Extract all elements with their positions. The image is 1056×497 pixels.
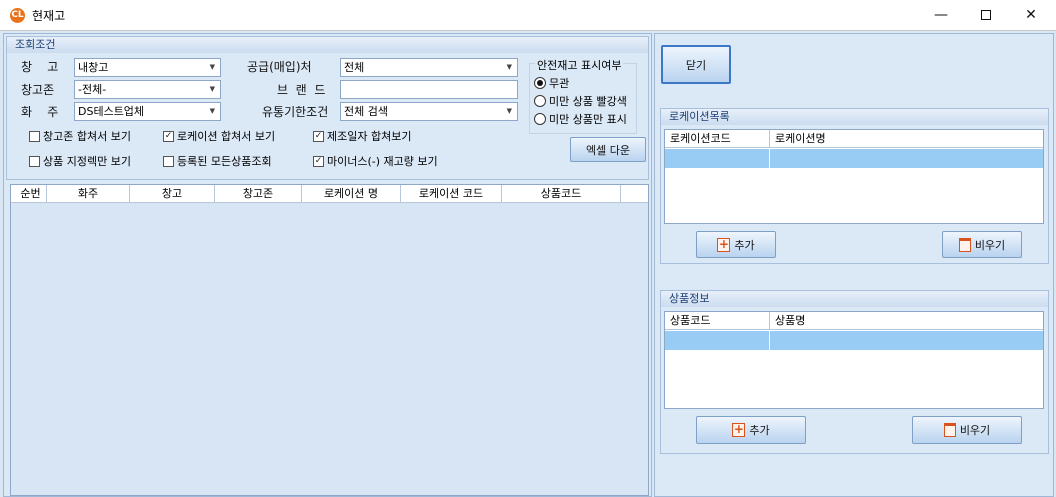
stock-grid-header: 순번 화주 창고 창고존 로케이션 명 로케이션 코드 상품코드	[11, 185, 648, 203]
zone-label: 창고존	[21, 83, 55, 97]
product-add-button[interactable]: 추가	[696, 416, 806, 444]
col-warehouse[interactable]: 창고	[130, 185, 215, 203]
radio-selected-icon	[534, 77, 546, 89]
location-list-group: 로케이션목록 로케이션코드 로케이션명 추가 비우기	[660, 108, 1049, 264]
col-location-code[interactable]: 로케이션코드	[665, 130, 770, 148]
product-info-group: 상품정보 상품코드 상품명 추가 비우기	[660, 290, 1049, 454]
product-list[interactable]: 상품코드 상품명	[664, 311, 1044, 409]
owner-label: 화 주	[21, 105, 59, 119]
close-button[interactable]: 닫기	[661, 45, 731, 84]
checkbox-icon	[163, 155, 174, 167]
col-location-name[interactable]: 로케이션 명	[302, 185, 401, 203]
supplier-label: 공급(매입)처	[247, 60, 312, 74]
warehouse-value: 내창고	[78, 61, 109, 74]
chevron-down-icon: ▼	[209, 63, 215, 71]
warehouse-select[interactable]: 내창고 ▼	[74, 58, 221, 77]
checkbox-icon	[29, 130, 40, 142]
safety-stock-title: 안전재고 표시여부	[535, 57, 624, 73]
owner-value: DS테스트업체	[78, 105, 145, 118]
checkbox-checked-icon: ✓	[313, 155, 324, 167]
brand-label: 브 랜 드	[277, 83, 326, 97]
close-window-button[interactable]: ✕	[1008, 0, 1054, 31]
zone-select[interactable]: -전체- ▼	[74, 80, 221, 99]
zone-value: -전체-	[78, 83, 107, 96]
owner-select[interactable]: DS테스트업체 ▼	[74, 102, 221, 121]
col-owner[interactable]: 화주	[47, 185, 130, 203]
radio-icon	[534, 95, 546, 107]
checkbox-checked-icon: ✓	[313, 130, 324, 142]
brand-input[interactable]	[340, 80, 518, 99]
chevron-down-icon: ▼	[209, 85, 215, 93]
product-list-header: 상품코드 상품명	[665, 312, 1043, 330]
expiry-value: 전체 검색	[344, 105, 388, 118]
checkbox-icon	[29, 155, 40, 167]
col-product-code[interactable]: 상품코드	[665, 312, 770, 330]
location-list-title: 로케이션목록	[661, 109, 1048, 125]
left-pane: 조회조건 창 고 내창고 ▼ 공급(매입)처 전체 ▼ 창고존 -전체- ▼ 브…	[3, 33, 652, 497]
check-minus-stock[interactable]: ✓ 마이너스(-) 재고량 보기	[313, 153, 438, 169]
window-title: 현재고	[32, 9, 66, 23]
col-product-code[interactable]: 상품코드	[502, 185, 621, 203]
location-add-button[interactable]: 추가	[696, 231, 776, 258]
excel-download-button[interactable]: 엑셀 다운	[570, 137, 646, 162]
stock-grid[interactable]: 순번 화주 창고 창고존 로케이션 명 로케이션 코드 상품코드	[10, 184, 649, 496]
chevron-down-icon: ▼	[506, 63, 512, 71]
col-location-code[interactable]: 로케이션 코드	[401, 185, 502, 203]
expiry-label: 유통기한조건	[262, 105, 329, 119]
expiry-select[interactable]: 전체 검색 ▼	[340, 102, 518, 121]
maximize-button[interactable]	[963, 0, 1009, 31]
trash-icon	[958, 237, 971, 252]
checkbox-checked-icon: ✓	[163, 130, 174, 142]
col-product-name[interactable]: 상품명	[770, 312, 1043, 330]
right-pane: 닫기 로케이션목록 로케이션코드 로케이션명 추가 비우기 상품정보 상품코드 …	[654, 33, 1054, 497]
radio-icon	[534, 113, 546, 125]
app-logo-icon: CL	[10, 8, 25, 23]
list-item[interactable]	[665, 331, 1043, 350]
col-location-name[interactable]: 로케이션명	[770, 130, 1043, 148]
maximize-icon	[981, 10, 991, 20]
list-item[interactable]	[665, 149, 1043, 168]
add-icon	[717, 237, 731, 252]
search-conditions-group: 조회조건 창 고 내창고 ▼ 공급(매입)처 전체 ▼ 창고존 -전체- ▼ 브…	[6, 36, 649, 180]
col-zone[interactable]: 창고존	[215, 185, 302, 203]
minimize-button[interactable]: —	[918, 0, 964, 31]
chevron-down-icon: ▼	[209, 107, 215, 115]
title-bar: CL 현재고 — ✕	[0, 0, 1056, 31]
chevron-down-icon: ▼	[506, 107, 512, 115]
supplier-value: 전체	[344, 61, 365, 74]
check-merge-zone[interactable]: 창고존 합쳐서 보기	[29, 128, 131, 144]
warehouse-label: 창 고	[21, 60, 59, 74]
check-all-products[interactable]: 등록된 모든상품조회	[163, 153, 272, 169]
trash-icon	[943, 423, 956, 437]
col-seq[interactable]: 순번	[15, 185, 47, 203]
safety-radio-any[interactable]: 무관	[534, 75, 569, 91]
check-merge-location[interactable]: ✓ 로케이션 합쳐서 보기	[163, 128, 275, 144]
safety-radio-red[interactable]: 미만 상품 빨강색	[534, 93, 627, 109]
location-list[interactable]: 로케이션코드 로케이션명	[664, 129, 1044, 224]
product-info-title: 상품정보	[661, 291, 1048, 307]
location-clear-button[interactable]: 비우기	[942, 231, 1022, 258]
search-conditions-title: 조회조건	[7, 37, 648, 53]
add-icon	[732, 422, 746, 437]
product-clear-button[interactable]: 비우기	[912, 416, 1022, 444]
check-merge-mfg-date[interactable]: ✓ 제조일자 합쳐보기	[313, 128, 411, 144]
check-assigned-rack[interactable]: 상품 지정렉만 보기	[29, 153, 131, 169]
supplier-select[interactable]: 전체 ▼	[340, 58, 518, 77]
safety-radio-only[interactable]: 미만 상품만 표시	[534, 111, 627, 127]
location-list-header: 로케이션코드 로케이션명	[665, 130, 1043, 148]
